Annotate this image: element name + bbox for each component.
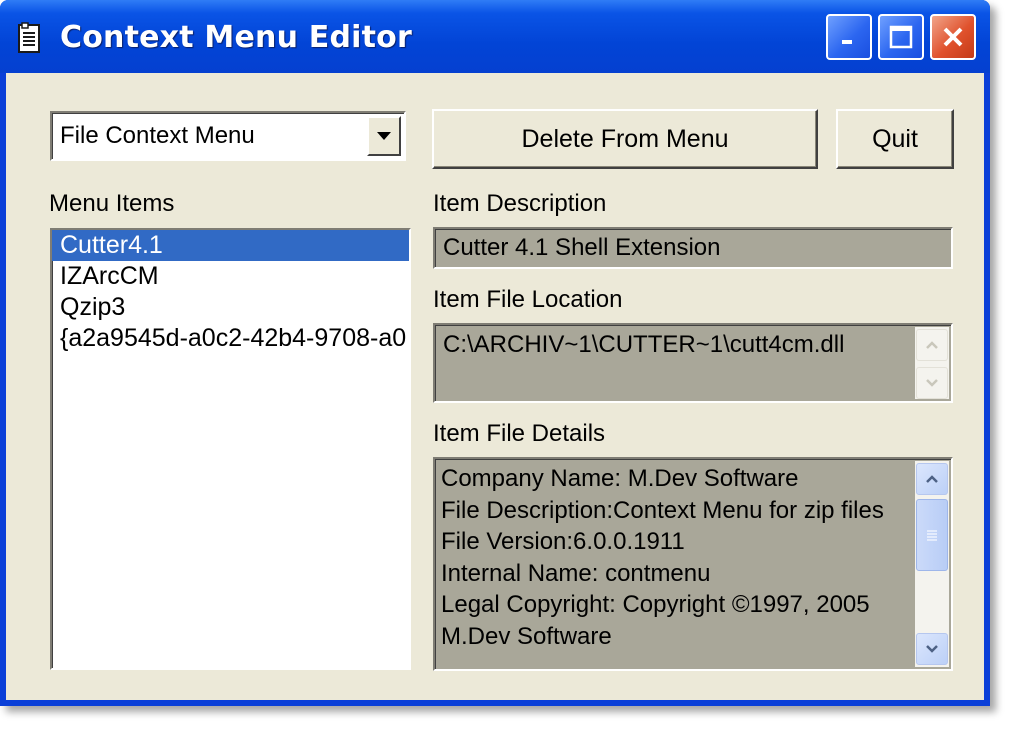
minimize-icon xyxy=(842,40,852,44)
details-line: File Description:Context Menu for zip fi… xyxy=(441,496,884,524)
delete-from-menu-button[interactable]: Delete From Menu xyxy=(432,109,818,169)
details-line: Company Name: M.Dev Software xyxy=(441,465,799,492)
list-item[interactable]: {a2a9545d-a0c2-42b4-9708-a0 xyxy=(52,323,409,354)
details-line: M.Dev Software xyxy=(441,622,612,650)
item-description-value: Cutter 4.1 Shell Extension xyxy=(443,234,721,261)
close-button[interactable] xyxy=(930,14,976,60)
chevron-up-icon xyxy=(926,341,938,349)
scroll-up-button[interactable] xyxy=(916,463,948,495)
app-window: Context Menu Editor File Context Menu De… xyxy=(0,0,990,706)
item-description-label: Item Description xyxy=(433,190,607,217)
details-line: Internal Name: contmenu xyxy=(441,559,711,587)
menu-items-label: Menu Items xyxy=(49,190,175,217)
title-bar[interactable]: Context Menu Editor xyxy=(0,0,990,73)
details-line: Legal Copyright: Copyright ©1997, 2005 xyxy=(441,591,870,618)
item-file-location-field[interactable]: C:\ARCHIV~1\CUTTER~1\cutt4cm.dll xyxy=(433,323,953,403)
file-location-scrollbar[interactable] xyxy=(915,327,949,399)
file-details-scrollbar[interactable] xyxy=(915,461,949,667)
grip-icon xyxy=(927,530,937,541)
chevron-down-icon xyxy=(926,379,938,387)
details-line: File Version:6.0.0.1911 xyxy=(441,528,685,555)
quit-button[interactable]: Quit xyxy=(836,109,954,169)
client-area: File Context Menu Delete From Menu Quit … xyxy=(6,73,984,700)
list-item[interactable]: Qzip3 xyxy=(52,292,409,323)
chevron-up-icon xyxy=(926,475,938,483)
close-icon xyxy=(943,27,963,47)
scroll-thumb[interactable] xyxy=(916,499,948,571)
item-file-details-field[interactable]: Company Name: M.Dev Software File Descri… xyxy=(433,457,953,671)
menu-type-select-value: File Context Menu xyxy=(60,122,255,149)
chevron-down-icon xyxy=(926,645,938,653)
scroll-up-button[interactable] xyxy=(916,329,948,361)
maximize-button[interactable] xyxy=(878,14,924,60)
scroll-down-button[interactable] xyxy=(916,633,948,665)
item-description-field[interactable]: Cutter 4.1 Shell Extension xyxy=(433,227,953,269)
dropdown-button[interactable] xyxy=(367,116,401,156)
menu-type-select[interactable]: File Context Menu xyxy=(50,111,406,161)
maximize-icon xyxy=(889,25,913,49)
scroll-down-button[interactable] xyxy=(916,367,948,399)
chevron-down-icon xyxy=(377,132,391,140)
list-item[interactable]: Cutter4.1 xyxy=(52,230,409,261)
item-file-details-label: Item File Details xyxy=(433,420,606,447)
item-file-location-value: C:\ARCHIV~1\CUTTER~1\cutt4cm.dll xyxy=(443,331,845,358)
file-details-text: Company Name: M.Dev Software File Descri… xyxy=(441,463,884,652)
application-icon[interactable] xyxy=(14,22,44,54)
list-item[interactable]: IZArcCM xyxy=(52,261,409,292)
window-title: Context Menu Editor xyxy=(60,20,412,55)
minimize-button[interactable] xyxy=(826,14,872,60)
menu-items-list[interactable]: Cutter4.1 IZArcCM Qzip3 {a2a9545d-a0c2-4… xyxy=(50,228,411,670)
item-file-location-label: Item File Location xyxy=(433,286,623,313)
